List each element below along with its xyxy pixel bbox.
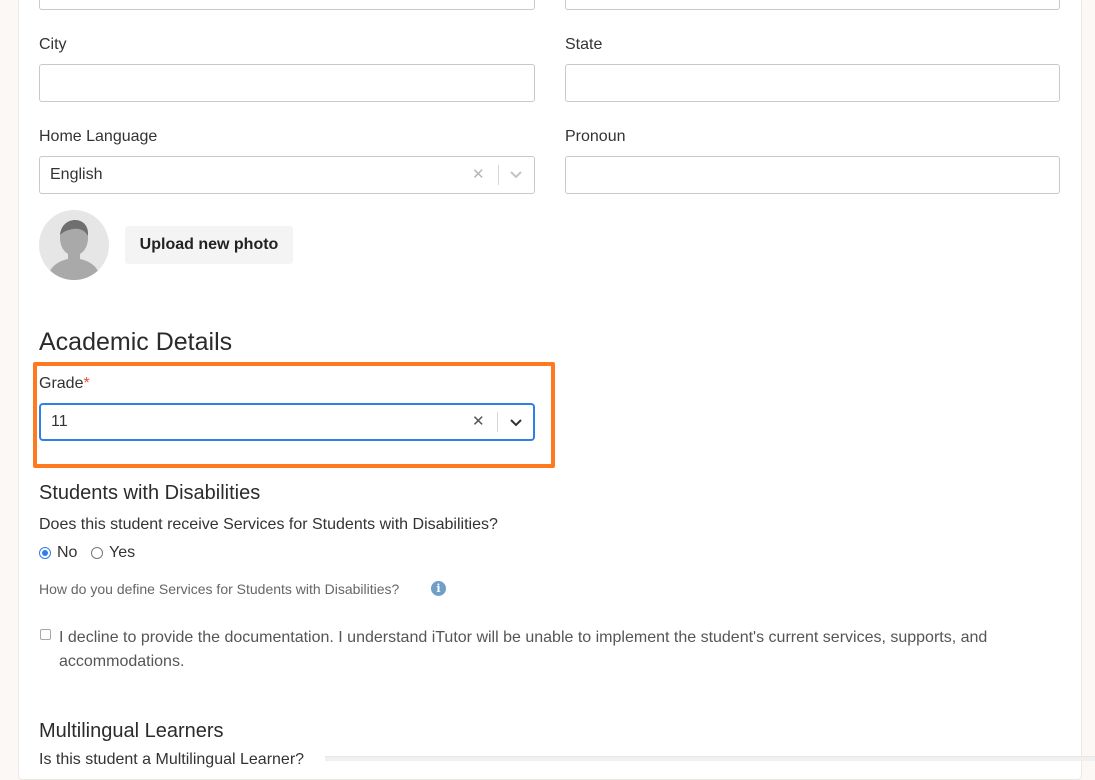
clear-icon[interactable]: ✕ xyxy=(472,165,485,183)
grade-label: Grade* xyxy=(39,375,90,393)
required-asterisk: * xyxy=(83,375,90,392)
upload-photo-button[interactable]: Upload new photo xyxy=(125,226,293,264)
clear-icon[interactable]: ✕ xyxy=(472,412,485,430)
grade-select[interactable]: 11 ✕ xyxy=(39,403,535,441)
grade-value: 11 xyxy=(51,413,68,430)
grade-label-text: Grade xyxy=(39,375,84,392)
radio-yes-label[interactable]: Yes xyxy=(109,544,135,562)
pronoun-input[interactable] xyxy=(565,156,1060,194)
disabilities-question: Does this student receive Services for S… xyxy=(39,516,498,533)
multilingual-question: Is this student a Multilingual Learner? xyxy=(39,751,305,768)
chevron-down-icon[interactable] xyxy=(509,167,523,181)
select-separator xyxy=(498,165,499,185)
avatar xyxy=(39,210,109,280)
radio-no-label[interactable]: No xyxy=(57,544,77,562)
address-input[interactable] xyxy=(39,0,535,10)
select-separator xyxy=(497,412,498,432)
define-services-link[interactable]: How do you define Services for Students … xyxy=(39,581,399,597)
person-silhouette-icon xyxy=(47,220,101,280)
home-language-select[interactable]: English ✕ xyxy=(39,156,535,194)
city-input[interactable] xyxy=(39,64,535,102)
decline-checkbox[interactable] xyxy=(40,629,51,640)
info-icon[interactable]: i xyxy=(431,581,446,596)
disabilities-title: Students with Disabilities xyxy=(39,482,261,504)
decline-text: I decline to provide the documentation. … xyxy=(59,629,988,670)
pronoun-label: Pronoun xyxy=(565,128,626,145)
home-language-label: Home Language xyxy=(39,128,158,145)
bottom-scroll-shadow xyxy=(325,756,1095,761)
academic-details-title: Academic Details xyxy=(39,328,233,356)
city-label: City xyxy=(39,36,67,53)
state-input[interactable] xyxy=(565,64,1060,102)
state-label: State xyxy=(565,36,603,53)
radio-yes[interactable] xyxy=(91,547,103,559)
radio-no[interactable] xyxy=(39,547,51,559)
address-line-2-input[interactable] xyxy=(565,0,1060,10)
home-language-value: English xyxy=(50,166,103,183)
chevron-down-icon[interactable] xyxy=(509,415,523,429)
multilingual-title: Multilingual Learners xyxy=(39,720,224,742)
